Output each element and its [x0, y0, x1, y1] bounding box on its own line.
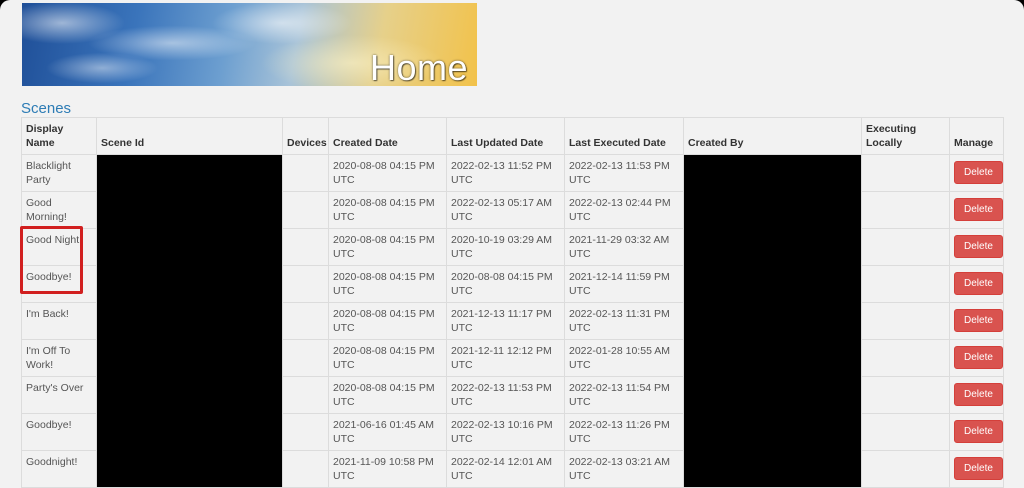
scene-last-executed: 2022-02-13 11:31 PM UTC — [564, 302, 684, 340]
scene-executing-locally — [861, 339, 950, 377]
scene-manage: Delete — [949, 302, 1004, 340]
scene-manage: Delete — [949, 265, 1004, 303]
scene-last-executed: 2022-02-13 03:21 AM UTC — [564, 450, 684, 488]
scene-manage: Delete — [949, 154, 1004, 192]
scene-devices — [282, 154, 329, 192]
header-created-date[interactable]: Created Date — [328, 117, 447, 155]
delete-button[interactable]: Delete — [954, 420, 1003, 443]
scene-last-executed: 2021-11-29 03:32 AM UTC — [564, 228, 684, 266]
scene-devices — [282, 339, 329, 377]
scenes-heading: Scenes — [21, 100, 72, 117]
scene-display-name: Good Night! — [21, 228, 97, 266]
header-scene-id[interactable]: Scene Id — [96, 117, 283, 155]
scene-last-updated: 2022-02-13 11:52 PM UTC — [446, 154, 565, 192]
scene-created-date: 2020-08-08 04:15 PM UTC — [328, 228, 447, 266]
scene-devices — [282, 376, 329, 414]
scene-devices — [282, 413, 329, 451]
scene-executing-locally — [861, 376, 950, 414]
scene-display-name: I'm Off To Work! — [21, 339, 97, 377]
scene-created-date: 2020-08-08 04:15 PM UTC — [328, 339, 447, 377]
header-last-updated[interactable]: Last Updated Date — [446, 117, 565, 155]
scene-last-updated: 2021-12-11 12:12 PM UTC — [446, 339, 565, 377]
scene-manage: Delete — [949, 191, 1004, 229]
scene-last-executed: 2021-12-14 11:59 PM UTC — [564, 265, 684, 303]
scene-executing-locally — [861, 191, 950, 229]
scene-last-updated: 2020-08-08 04:15 PM UTC — [446, 265, 565, 303]
header-display-name[interactable]: Display Name — [21, 117, 97, 155]
scene-last-updated: 2022-02-13 10:16 PM UTC — [446, 413, 565, 451]
scene-created-date: 2021-11-09 10:58 PM UTC — [328, 450, 447, 488]
header-last-executed[interactable]: Last Executed Date — [564, 117, 684, 155]
table-row: Blacklight Party 2020-08-08 04:15 PM UTC 2… — [21, 154, 1004, 488]
scene-display-name: Goodnight! — [21, 450, 97, 488]
scene-executing-locally — [861, 302, 950, 340]
home-banner: Home — [22, 3, 477, 88]
scene-last-updated: 2022-02-13 11:53 PM UTC — [446, 376, 565, 414]
scene-executing-locally — [861, 413, 950, 451]
scene-last-executed: 2022-02-13 11:54 PM UTC — [564, 376, 684, 414]
delete-button[interactable]: Delete — [954, 309, 1003, 332]
scene-devices — [282, 450, 329, 488]
header-executing-locally[interactable]: Executing Locally — [861, 117, 950, 155]
delete-button[interactable]: Delete — [954, 235, 1003, 258]
scene-last-executed: 2022-02-13 02:44 PM UTC — [564, 191, 684, 229]
scene-created-date: 2020-08-08 04:15 PM UTC — [328, 191, 447, 229]
scene-manage: Delete — [949, 413, 1004, 451]
scenes-table: Display Name Scene Id Devices Created Da… — [21, 117, 1004, 488]
scene-created-date: 2021-06-16 01:45 AM UTC — [328, 413, 447, 451]
scene-manage: Delete — [949, 339, 1004, 377]
scene-display-name: Goodbye! — [21, 265, 97, 303]
banner-title: Home — [370, 47, 469, 88]
delete-button[interactable]: Delete — [954, 272, 1003, 295]
scene-last-updated: 2020-10-19 03:29 AM UTC — [446, 228, 565, 266]
scene-executing-locally — [861, 154, 950, 192]
scene-display-name: I'm Back! — [21, 302, 97, 340]
scene-last-executed: 2022-01-28 10:55 AM UTC — [564, 339, 684, 377]
scene-display-name: Goodbye! — [21, 413, 97, 451]
scene-manage: Delete — [949, 376, 1004, 414]
delete-button[interactable]: Delete — [954, 346, 1003, 369]
delete-button[interactable]: Delete — [954, 383, 1003, 406]
scene-last-updated: 2022-02-14 12:01 AM UTC — [446, 450, 565, 488]
scene-display-name: Blacklight Party — [21, 154, 97, 192]
page: Home Scenes Display Name Scene Id Device… — [0, 0, 1024, 488]
delete-button[interactable]: Delete — [954, 457, 1003, 480]
scene-last-executed: 2022-02-13 11:26 PM UTC — [564, 413, 684, 451]
scene-devices — [282, 302, 329, 340]
scene-created-date: 2020-08-08 04:15 PM UTC — [328, 376, 447, 414]
scene-id-redacted — [96, 154, 283, 488]
scene-display-name: Good Morning! — [21, 191, 97, 229]
delete-button[interactable]: Delete — [954, 198, 1003, 221]
scene-executing-locally — [861, 265, 950, 303]
scene-manage: Delete — [949, 450, 1004, 488]
scene-last-updated: 2021-12-13 11:17 PM UTC — [446, 302, 565, 340]
header-devices[interactable]: Devices — [282, 117, 329, 155]
created-by-redacted — [683, 154, 862, 488]
scene-executing-locally — [861, 450, 950, 488]
delete-button[interactable]: Delete — [954, 161, 1003, 184]
scenes-table-body: Blacklight Party 2020-08-08 04:15 PM UTC 2… — [21, 154, 1004, 488]
scene-devices — [282, 265, 329, 303]
scene-created-date: 2020-08-08 04:15 PM UTC — [328, 265, 447, 303]
scene-devices — [282, 191, 329, 229]
header-created-by[interactable]: Created By — [683, 117, 862, 155]
scene-last-updated: 2022-02-13 05:17 AM UTC — [446, 191, 565, 229]
scene-created-date: 2020-08-08 04:15 PM UTC — [328, 154, 447, 192]
header-manage: Manage — [949, 117, 1004, 155]
scene-devices — [282, 228, 329, 266]
scene-manage: Delete — [949, 228, 1004, 266]
scene-executing-locally — [861, 228, 950, 266]
scene-last-executed: 2022-02-13 11:53 PM UTC — [564, 154, 684, 192]
scene-display-name: Party's Over — [21, 376, 97, 414]
scene-created-date: 2020-08-08 04:15 PM UTC — [328, 302, 447, 340]
table-header-row: Display Name Scene Id Devices Created Da… — [21, 117, 1004, 155]
